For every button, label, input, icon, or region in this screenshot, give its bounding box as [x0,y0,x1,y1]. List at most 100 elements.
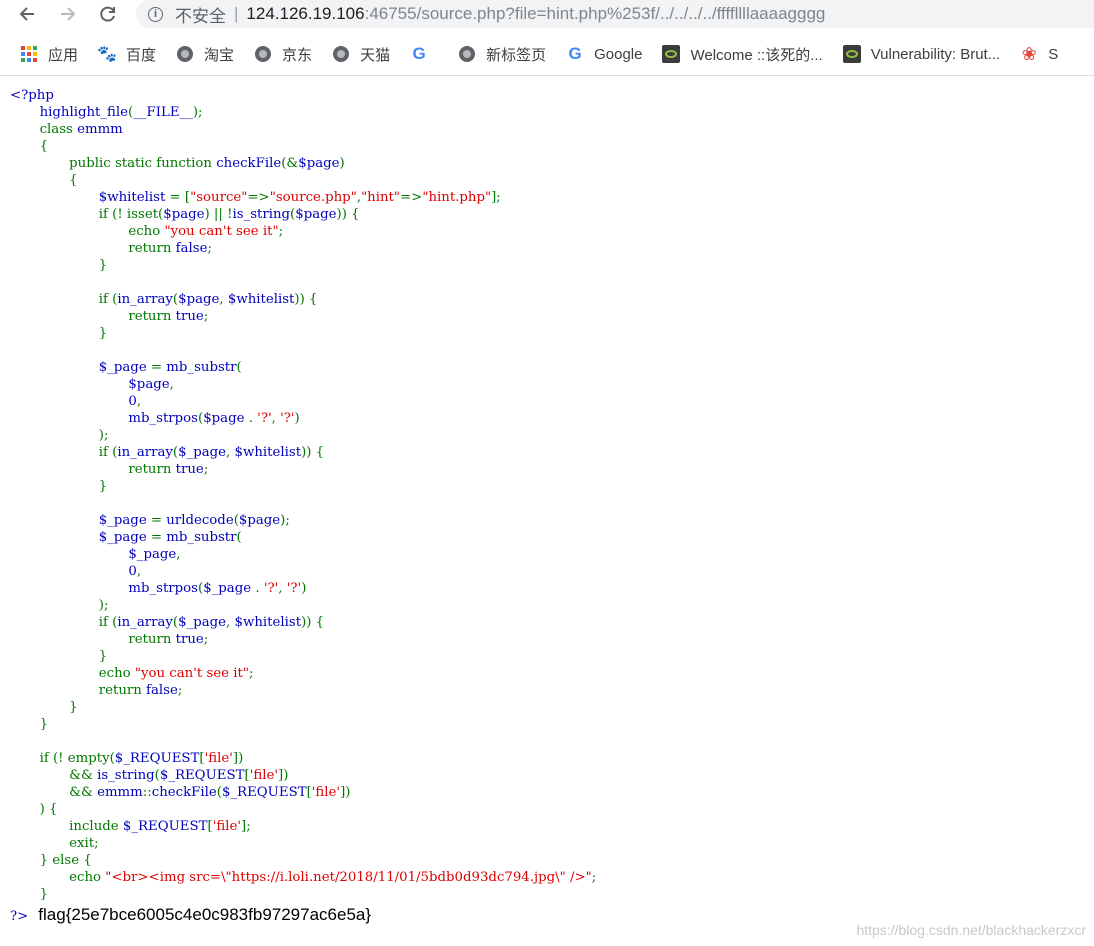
code-token: ; [177,683,183,698]
dvwa-icon [842,45,861,63]
code-token: )) { [301,445,325,460]
code-token: checkFile [151,785,217,800]
code-token: ); [280,513,290,528]
code-token: , [219,292,228,307]
watermark: https://blog.csdn.net/blackhackerzxcr [856,922,1086,938]
code-token: ) [301,581,307,596]
code-token: 0 [10,564,137,579]
bookmark-item[interactable]: 淘宝 [176,44,234,65]
reload-icon[interactable] [95,1,121,27]
code-token: mb_strpos [10,411,198,426]
code-line: if (! empty($_REQUEST['file']) [10,750,596,767]
code-line: { [10,172,596,189]
code-token: exit; [10,836,99,851]
address-bar[interactable]: i 不安全 | 124.126.19.106:46755/source.php?… [136,0,1094,28]
code-token: $_REQUEST [159,768,245,783]
flag-text: flag{25e7bce6005c4e0c983fb97297ac6e5a} [38,905,372,924]
code-token: 'file' [249,768,278,783]
code-line: } else { [10,852,596,869]
code-token: , [226,615,235,630]
code-line: exit; [10,835,596,852]
code-line: ); [10,597,596,614]
url-path[interactable]: :46755/source.php?file=hint.php%253f/../… [365,4,826,24]
code-token: $_REQUEST [114,751,200,766]
code-token: if (! empty( [10,751,115,766]
code-token: )) { [336,207,360,222]
bookmark-item[interactable]: Vulnerability: Brut... [842,45,1001,63]
globe-icon [254,45,272,63]
bookmark-item[interactable]: 应用 [20,44,78,65]
code-line: mb_strpos($page . '?', '?') [10,410,596,427]
code-token: return [10,683,147,698]
globe-icon [332,45,350,63]
code-token: is_string [97,768,155,783]
page-output: ?> flag{25e7bce6005c4e0c983fb97297ac6e5a… [10,905,371,925]
code-token: ) || ! [204,207,233,222]
code-line: 0, [10,563,596,580]
code-token: , [271,411,281,426]
code-token: class [10,122,78,137]
code-token: 'file' [212,819,242,834]
code-token: = [150,513,167,528]
code-token: ]) [232,751,244,766]
code-token: $_page [10,547,177,562]
code-line: } [10,478,596,495]
code-line: if (in_array($_page, $whitelist)) { [10,444,596,461]
bookmark-item[interactable]: 天猫 [332,44,390,65]
bookmark-item[interactable]: ❀ S [1020,44,1059,64]
code-line: return true; [10,631,596,648]
code-token: is_string [232,207,291,222]
code-line: echo "you can't see it"; [10,665,596,682]
url-host[interactable]: 124.126.19.106 [246,4,364,24]
bookmark-item[interactable]: G [410,44,438,63]
code-line: $_page = mb_substr( [10,359,596,376]
code-token: if ( [10,292,118,307]
code-token: true [175,309,204,324]
code-line: $_page, [10,546,596,563]
code-line: $_page = mb_substr( [10,529,596,546]
bookmark-item[interactable]: 京东 [254,44,312,65]
code-token: ]) [278,768,289,783]
code-token: echo [10,666,135,681]
bookmarks-bar: 应用 🐾 百度 淘宝 京东 天猫 G 新标签页 G Google Welcome ::该死的... V… [0,36,1094,72]
baidu-icon: 🐾 [97,46,117,63]
code-token: "source.php" [269,190,357,205]
code-token: __FILE__ [133,105,193,120]
code-token: '?' [263,581,279,596]
code-line: $whitelist = ["source"=>"source.php","hi… [10,189,596,206]
code-token: false [146,683,178,698]
bookmark-item[interactable]: G Google [566,44,642,63]
code-token: $whitelist [10,190,170,205]
code-line: { [10,138,596,155]
bookmark-label: Vulnerability: Brut... [870,45,1001,63]
php-source-code: <?php highlight_file(__FILE__); class em… [10,87,596,903]
code-line: 0, [10,393,596,410]
code-token: $_REQUEST [122,819,208,834]
code-line: $_page = urldecode($page); [10,512,596,529]
page-content: <?php highlight_file(__FILE__); class em… [0,80,1094,946]
info-icon[interactable]: i [148,6,163,22]
forward-arrow-icon[interactable] [55,1,81,27]
code-token: ; [207,241,212,256]
code-token: . [255,581,264,596]
google-icon: G [568,44,582,63]
code-token: false [175,241,208,256]
code-token: $page [298,156,340,171]
code-token: $_page [10,360,151,375]
code-token: $whitelist [234,615,302,630]
bookmark-item[interactable]: Welcome ::该死的... [662,44,823,65]
code-line: return false; [10,240,596,257]
code-token: } [10,479,108,494]
code-line: $page, [10,376,596,393]
bookmark-label: 京东 [282,46,313,64]
globe-icon [458,45,476,63]
code-token: } else { [10,853,92,868]
bookmark-label: 百度 [126,46,157,64]
bookmark-item[interactable]: 新标签页 [458,44,546,65]
back-arrow-icon[interactable] [14,1,40,27]
code-token: highlight_file [10,105,129,120]
security-label[interactable]: 不安全 [175,2,226,27]
bookmark-item[interactable]: 🐾 百度 [97,44,157,65]
